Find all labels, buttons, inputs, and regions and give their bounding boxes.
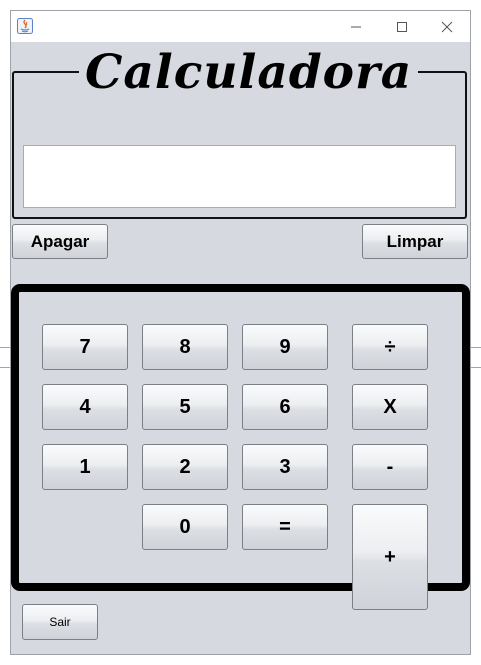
- multiply-button[interactable]: X: [352, 384, 428, 430]
- digit-0-button[interactable]: 0: [142, 504, 228, 550]
- digit-3-button[interactable]: 3: [242, 444, 328, 490]
- minimize-icon[interactable]: [333, 11, 379, 42]
- maximize-icon[interactable]: [379, 11, 425, 42]
- digit-4-button[interactable]: 4: [42, 384, 128, 430]
- digit-2-button[interactable]: 2: [142, 444, 228, 490]
- limpar-button[interactable]: Limpar: [362, 224, 468, 259]
- calculator-window: Calculadora Apagar Limpar 7 8 9 ÷ 4 5 6 …: [10, 10, 471, 655]
- apagar-button[interactable]: Apagar: [12, 224, 108, 259]
- close-icon[interactable]: [424, 11, 470, 42]
- sair-button[interactable]: Sair: [22, 604, 98, 640]
- title-bar[interactable]: [11, 11, 470, 42]
- equals-button[interactable]: =: [242, 504, 328, 550]
- digit-8-button[interactable]: 8: [142, 324, 228, 370]
- digit-9-button[interactable]: 9: [242, 324, 328, 370]
- plus-button[interactable]: +: [352, 504, 428, 610]
- display-field[interactable]: [23, 145, 456, 208]
- divide-button[interactable]: ÷: [352, 324, 428, 370]
- digit-1-button[interactable]: 1: [42, 444, 128, 490]
- java-icon: [17, 18, 33, 34]
- page-title: Calculadora: [79, 45, 419, 101]
- digit-6-button[interactable]: 6: [242, 384, 328, 430]
- minus-button[interactable]: -: [352, 444, 428, 490]
- digit-7-button[interactable]: 7: [42, 324, 128, 370]
- digit-5-button[interactable]: 5: [142, 384, 228, 430]
